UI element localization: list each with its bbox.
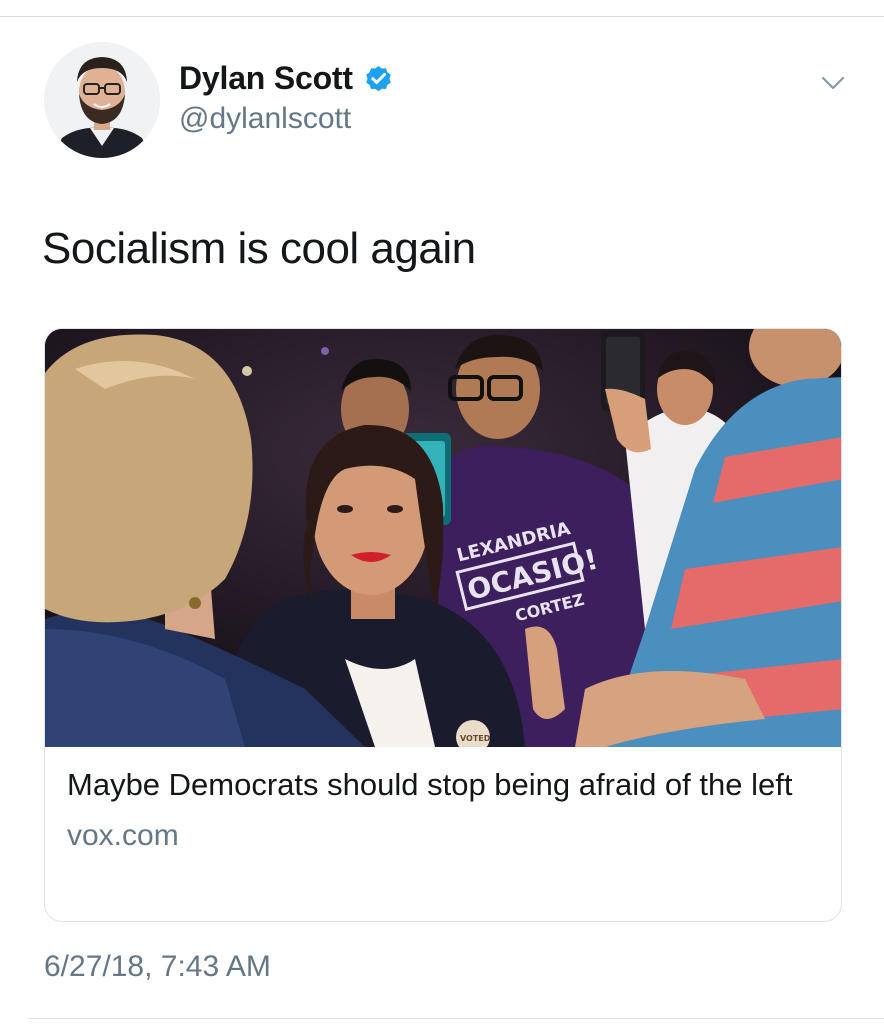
user-info[interactable]: Dylan Scott @dylanlscott	[179, 56, 394, 136]
display-name[interactable]: Dylan Scott	[179, 60, 353, 97]
voted-button-text: VOTED	[460, 734, 491, 743]
tweet-text: Socialism is cool again	[42, 224, 476, 273]
name-row: Dylan Scott	[179, 56, 394, 100]
avatar[interactable]	[44, 42, 160, 158]
tweet-timestamp[interactable]: 6/27/18, 7:43 AM	[44, 950, 271, 984]
card-title[interactable]: Maybe Democrats should stop being afraid…	[67, 765, 807, 805]
top-divider	[0, 16, 884, 17]
card-image[interactable]: LEXANDRIA OCASIO! CORTEZ VOTED	[45, 329, 841, 747]
link-preview-card[interactable]: LEXANDRIA OCASIO! CORTEZ VOTED Maybe Dem…	[44, 328, 842, 922]
card-domain[interactable]: vox.com	[67, 819, 807, 853]
chevron-down-icon[interactable]	[818, 68, 848, 98]
profile-photo	[44, 42, 160, 158]
rally-photo: LEXANDRIA OCASIO! CORTEZ VOTED	[45, 329, 841, 747]
user-handle[interactable]: @dylanlscott	[179, 102, 394, 136]
card-body[interactable]: Maybe Democrats should stop being afraid…	[67, 765, 807, 853]
tweet-detail-view: Dylan Scott @dylanlscott Socialism is co…	[0, 0, 884, 1024]
bottom-divider	[28, 1018, 884, 1019]
verified-badge-icon	[363, 63, 394, 94]
